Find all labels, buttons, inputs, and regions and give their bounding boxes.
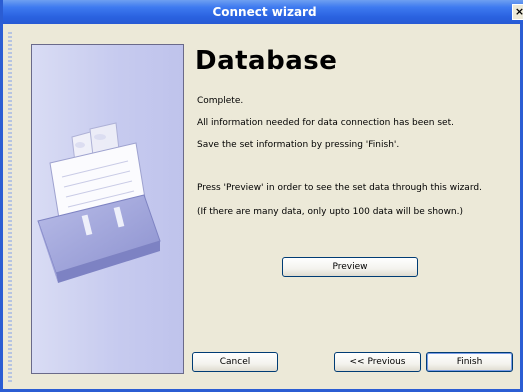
cancel-button[interactable]: Cancel xyxy=(192,352,278,372)
status-text-complete: Complete. xyxy=(197,96,244,106)
close-icon[interactable]: × xyxy=(512,4,523,20)
wizard-window: Connect wizard × Database Complete. All … xyxy=(0,0,523,392)
window-title: Connect wizard xyxy=(212,5,317,19)
page-title: Database xyxy=(195,46,338,76)
wizard-side-panel xyxy=(31,44,184,374)
info-text-set: All information needed for data connecti… xyxy=(197,118,454,128)
finish-button[interactable]: Finish xyxy=(426,352,513,372)
title-bar[interactable]: Connect wizard × xyxy=(3,0,523,24)
preview-button[interactable]: Preview xyxy=(282,257,418,277)
info-text-limit: (If there are many data, only upto 100 d… xyxy=(197,207,464,217)
card-file-box-illustration xyxy=(37,122,161,283)
info-text-preview: Press 'Preview' in order to see the set … xyxy=(197,183,482,193)
info-text-save: Save the set information by pressing 'Fi… xyxy=(197,140,400,150)
previous-button[interactable]: << Previous xyxy=(334,352,421,372)
resize-grip xyxy=(8,32,12,384)
